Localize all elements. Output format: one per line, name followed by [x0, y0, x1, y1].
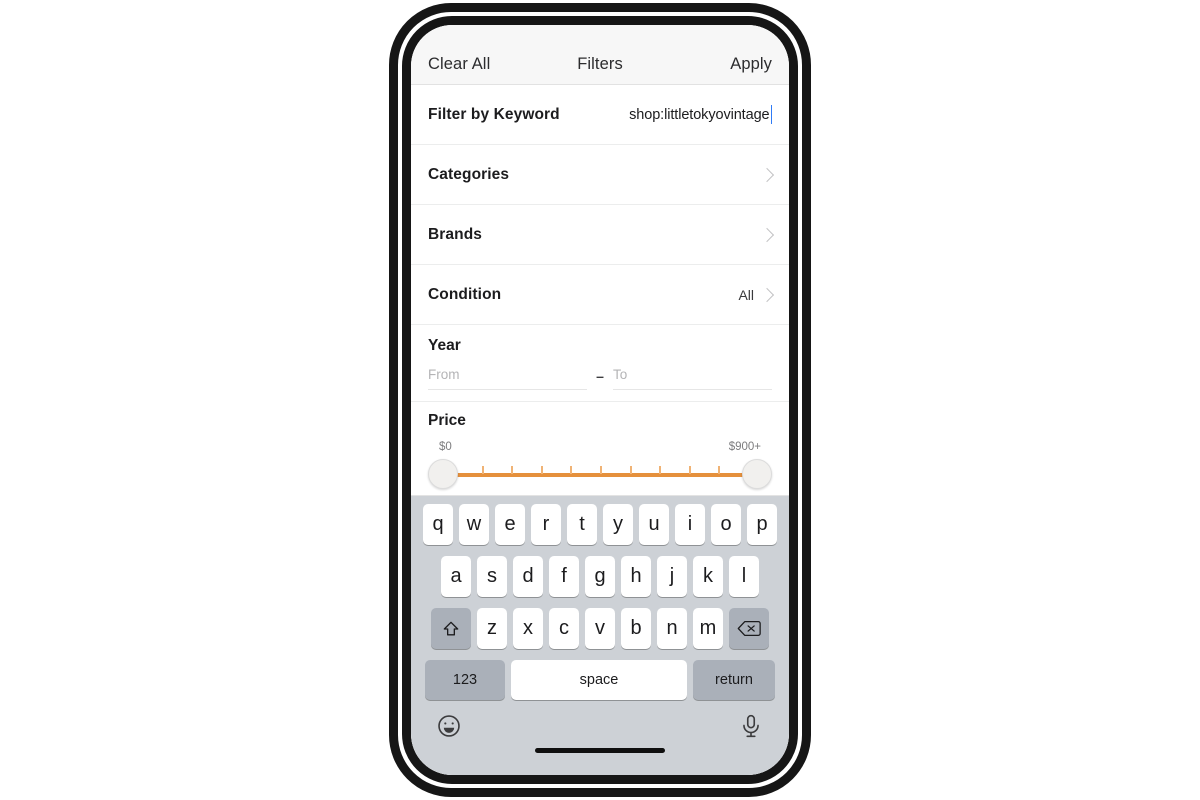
- slider-tick: [659, 466, 662, 474]
- key-o[interactable]: o: [711, 504, 741, 545]
- keyboard-utility-row: [411, 711, 789, 739]
- page-title: Filters: [577, 55, 623, 73]
- categories-label: Categories: [428, 165, 510, 183]
- apply-button[interactable]: Apply: [657, 55, 772, 74]
- space-key[interactable]: space: [511, 660, 687, 700]
- keyboard-row-3: zxcvbnm: [411, 608, 789, 649]
- shift-icon[interactable]: [431, 608, 471, 649]
- filter-row-keyword[interactable]: Filter by Keyword shop:littletokyovintag…: [411, 85, 789, 145]
- slider-tick: [540, 466, 543, 474]
- microphone-icon[interactable]: [738, 713, 764, 739]
- key-e[interactable]: e: [495, 504, 525, 545]
- on-screen-keyboard: qwertyuiop asdfghjkl zxcvbnm 123 space r…: [411, 496, 789, 775]
- slider-handle-max[interactable]: [742, 459, 772, 489]
- year-from-input[interactable]: From: [428, 366, 587, 390]
- phone-inner-frame: Clear All Filters Apply Filter by Keywor…: [402, 16, 798, 784]
- key-t[interactable]: t: [567, 504, 597, 545]
- key-w[interactable]: w: [459, 504, 489, 545]
- home-indicator: [535, 748, 665, 753]
- text-cursor: [770, 105, 772, 124]
- year-to-input[interactable]: To: [613, 366, 772, 390]
- year-to-placeholder: To: [613, 367, 628, 382]
- year-range-row: From – To: [428, 366, 772, 390]
- filter-row-brands[interactable]: Brands: [411, 205, 789, 265]
- key-n[interactable]: n: [657, 608, 687, 649]
- key-m[interactable]: m: [693, 608, 723, 649]
- key-c[interactable]: c: [549, 608, 579, 649]
- key-d[interactable]: d: [513, 556, 543, 597]
- key-k[interactable]: k: [693, 556, 723, 597]
- slider-tick: [511, 466, 514, 474]
- keyboard-row-2: asdfghjkl: [411, 556, 789, 597]
- key-g[interactable]: g: [585, 556, 615, 597]
- price-min-label: $0: [439, 441, 452, 453]
- backspace-icon[interactable]: [729, 608, 769, 649]
- filters-list: Filter by Keyword shop:littletokyovintag…: [411, 85, 789, 496]
- key-f[interactable]: f: [549, 556, 579, 597]
- keyboard-row-1: qwertyuiop: [411, 504, 789, 545]
- year-from-placeholder: From: [428, 367, 460, 382]
- condition-label: Condition: [428, 285, 502, 303]
- slider-tick: [718, 466, 721, 474]
- slider-tick: [481, 466, 484, 474]
- key-q[interactable]: q: [423, 504, 453, 545]
- key-l[interactable]: l: [729, 556, 759, 597]
- slider-tick: [600, 466, 602, 474]
- slider-tick: [688, 466, 691, 474]
- phone-screen: Clear All Filters Apply Filter by Keywor…: [411, 25, 789, 775]
- clear-all-button[interactable]: Clear All: [428, 55, 543, 74]
- chevron-right-icon: [759, 167, 775, 182]
- key-s[interactable]: s: [477, 556, 507, 597]
- year-label: Year: [428, 337, 461, 354]
- slider-tick: [629, 466, 632, 474]
- screenshot-stage: Clear All Filters Apply Filter by Keywor…: [0, 0, 1200, 800]
- keyword-label: Filter by Keyword: [428, 105, 560, 123]
- key-j[interactable]: j: [657, 556, 687, 597]
- key-p[interactable]: p: [747, 504, 777, 545]
- key-u[interactable]: u: [639, 504, 669, 545]
- key-z[interactable]: z: [477, 608, 507, 649]
- chevron-right-icon: [759, 227, 775, 242]
- key-r[interactable]: r: [531, 504, 561, 545]
- slider-tick: [570, 466, 573, 474]
- keyboard-row-4: 123 space return: [411, 660, 789, 700]
- filter-block-price: Price $0 $900+: [411, 402, 789, 496]
- filter-block-year: Year From – To: [411, 325, 789, 402]
- slider-handle-min[interactable]: [428, 459, 458, 489]
- numbers-key[interactable]: 123: [425, 660, 505, 700]
- filter-row-categories[interactable]: Categories: [411, 145, 789, 205]
- key-x[interactable]: x: [513, 608, 543, 649]
- condition-value: All: [738, 286, 754, 303]
- price-max-label: $900+: [728, 441, 761, 453]
- key-i[interactable]: i: [675, 504, 705, 545]
- filters-nav-bar: Clear All Filters Apply: [411, 25, 789, 85]
- year-range-separator: –: [596, 367, 604, 384]
- key-v[interactable]: v: [585, 608, 615, 649]
- chevron-right-icon: [759, 287, 775, 302]
- key-h[interactable]: h: [621, 556, 651, 597]
- key-b[interactable]: b: [621, 608, 651, 649]
- price-label: Price: [428, 412, 466, 429]
- key-a[interactable]: a: [441, 556, 471, 597]
- return-key[interactable]: return: [693, 660, 775, 700]
- keyboard-letters-row-3: zxcvbnm: [474, 608, 726, 649]
- emoji-icon[interactable]: [436, 713, 462, 739]
- price-range-slider[interactable]: [428, 454, 772, 489]
- keyword-input[interactable]: shop:littletokyovintage: [629, 107, 769, 123]
- brands-label: Brands: [428, 225, 483, 243]
- price-range-labels: $0 $900+: [428, 441, 772, 453]
- filter-row-condition[interactable]: Condition All: [411, 265, 789, 325]
- key-y[interactable]: y: [603, 504, 633, 545]
